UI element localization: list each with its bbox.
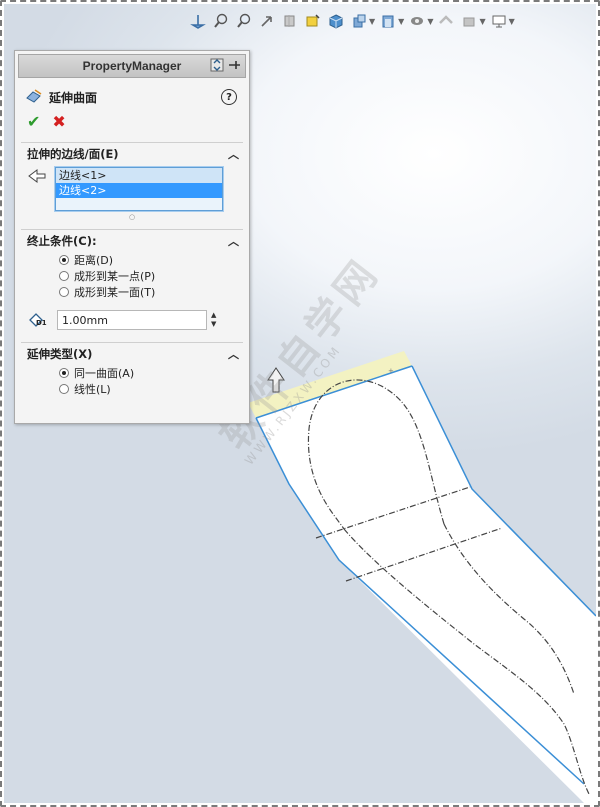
radio-distance[interactable]: 距离(D) <box>15 252 249 268</box>
property-manager-header: PropertyManager <box>18 54 246 78</box>
graphics-viewport[interactable]: + 软件自学网 WWW.RJZXW.COM ▼ ▼ ▼ ▼ ▼ Property… <box>4 4 596 803</box>
svg-text:+: + <box>388 367 394 375</box>
extend-surface-icon <box>25 88 43 107</box>
distance-spinner[interactable]: ▲ ▼ <box>211 311 216 329</box>
view-cube-icon[interactable] <box>326 11 346 31</box>
chevron-down-icon[interactable]: ▼ <box>369 17 375 26</box>
property-manager-title: PropertyManager <box>82 59 182 73</box>
previous-view-icon[interactable] <box>257 11 277 31</box>
chevron-down-icon[interactable]: ▼ <box>427 17 433 26</box>
end-condition-group-header[interactable]: 终止条件(C): ︿ <box>15 230 249 252</box>
radio-button[interactable] <box>59 271 69 281</box>
edge-select-icon <box>27 167 47 211</box>
radio-button[interactable] <box>59 384 69 394</box>
edges-listbox[interactable]: 边线<1> 边线<2> <box>55 167 223 211</box>
surface-face <box>256 366 596 803</box>
distance-input[interactable]: 1.00mm <box>57 310 207 330</box>
feature-title-row: 延伸曲面 <box>15 84 249 110</box>
chevron-down-icon[interactable]: ▼ <box>398 17 404 26</box>
radio-button[interactable] <box>59 287 69 297</box>
edges-group-title: 拉伸的边线/面(E) <box>27 147 119 161</box>
radio-label: 距离(D) <box>74 254 114 267</box>
chevron-down-icon[interactable]: ▼ <box>509 17 515 26</box>
view-orient-icon[interactable] <box>188 11 208 31</box>
dynamic-annotation-icon[interactable] <box>303 11 323 31</box>
view-settings-icon[interactable] <box>459 11 479 31</box>
distance-icon-label: D1 <box>36 319 47 327</box>
chevron-up-icon[interactable]: ︿ <box>228 346 239 362</box>
radio-to-point[interactable]: 成形到某一点(P) <box>15 268 249 284</box>
spin-up-icon[interactable]: ▲ <box>211 311 216 320</box>
radio-label: 成形到某一点(P) <box>74 270 156 283</box>
spin-down-icon[interactable]: ▼ <box>211 320 216 329</box>
list-item-selected[interactable]: 边线<2> <box>56 183 222 198</box>
hide-show-icon[interactable] <box>378 11 398 31</box>
radio-to-surface[interactable]: 成形到某一面(T) <box>15 284 249 300</box>
radio-button[interactable] <box>59 255 69 265</box>
chevron-up-icon[interactable]: ︿ <box>228 233 239 249</box>
edges-selection-row: 边线<1> 边线<2> <box>15 167 249 211</box>
radio-label: 线性(L) <box>74 383 111 396</box>
toggle-display-icon[interactable] <box>210 58 224 75</box>
edit-appearance-icon[interactable] <box>407 11 427 31</box>
ok-cancel-row: ✔ ✖ <box>15 110 249 132</box>
resize-grip-icon[interactable]: ○ <box>15 211 249 223</box>
radio-linear[interactable]: 线性(L) <box>15 381 249 397</box>
distance-icon: D1 <box>27 310 49 330</box>
extension-type-group-header[interactable]: 延伸类型(X) ︿ <box>15 343 249 365</box>
section-view-icon[interactable] <box>280 11 300 31</box>
cancel-button[interactable]: ✖ <box>52 112 65 131</box>
property-manager-panel: PropertyManager 延伸曲面 ? ✔ ✖ 拉伸的边线/面(E) ︿ … <box>14 50 250 424</box>
list-item[interactable]: 边线<1> <box>56 168 222 183</box>
extension-type-group-title: 延伸类型(X) <box>27 347 93 361</box>
scene-icon[interactable] <box>436 11 456 31</box>
radio-button[interactable] <box>59 368 69 378</box>
end-condition-group-title: 终止条件(C): <box>27 234 97 248</box>
monitor-icon[interactable] <box>489 11 509 31</box>
distance-row: D1 1.00mm ▲ ▼ <box>15 308 249 332</box>
edges-group-header[interactable]: 拉伸的边线/面(E) ︿ <box>15 143 249 165</box>
feature-title: 延伸曲面 <box>49 90 98 105</box>
radio-label: 同一曲面(A) <box>74 367 135 380</box>
zoom-area-icon[interactable] <box>234 11 254 31</box>
radio-same-surface[interactable]: 同一曲面(A) <box>15 365 249 381</box>
ok-button[interactable]: ✔ <box>27 112 40 131</box>
zoom-fit-icon[interactable] <box>211 11 231 31</box>
pin-icon[interactable] <box>227 58 241 75</box>
chevron-up-icon[interactable]: ︿ <box>228 146 239 162</box>
chevron-down-icon[interactable]: ▼ <box>479 17 485 26</box>
radio-label: 成形到某一面(T) <box>74 286 156 299</box>
help-icon[interactable]: ? <box>221 89 237 105</box>
display-style-icon[interactable] <box>349 11 369 31</box>
heads-up-toolbar: ▼ ▼ ▼ ▼ ▼ <box>188 10 515 32</box>
